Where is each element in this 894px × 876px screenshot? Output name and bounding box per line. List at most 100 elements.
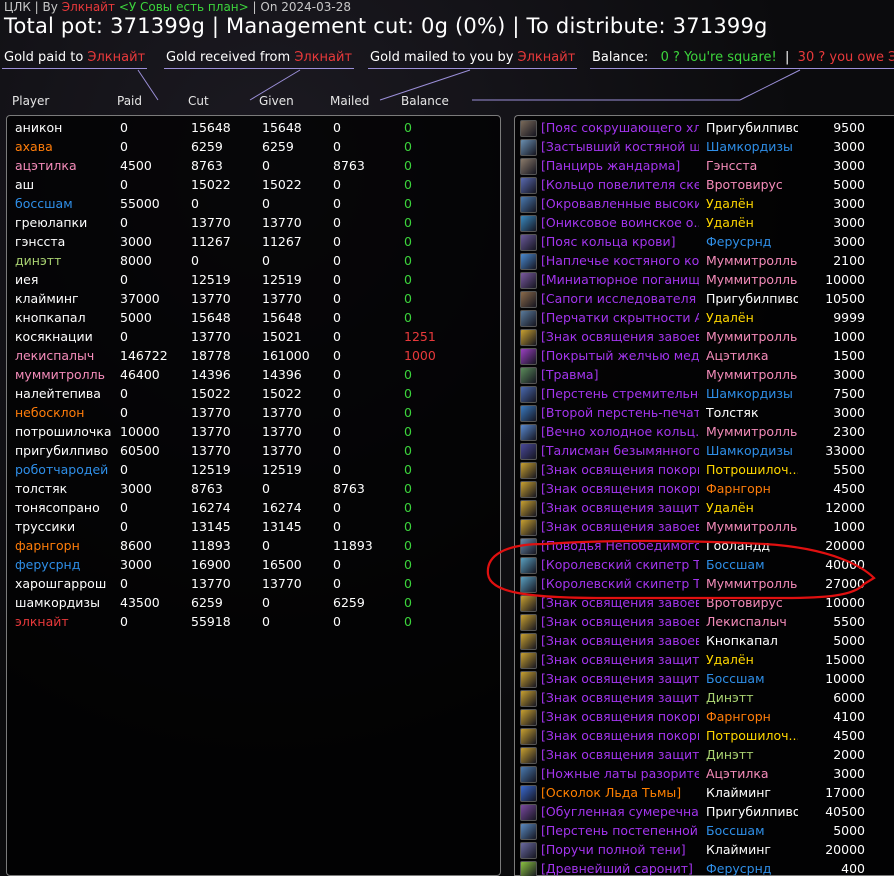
loot-row[interactable]: [Пояс кольца крови] Ферусрнд 3000 <box>515 233 894 252</box>
trinket-icon[interactable] <box>520 443 537 460</box>
loot-row[interactable]: [Древнейший саронит] Ферусрнд 400 <box>515 860 894 876</box>
item-link[interactable]: [Знак освящения завоева... <box>541 519 699 534</box>
player-row[interactable]: ацэтилка 4500 8763 0 8763 0 <box>7 157 502 176</box>
item-link[interactable]: [Знак освящения защитн... <box>541 690 699 705</box>
player-row[interactable]: элкнайт 0 55918 0 0 0 <box>7 613 502 632</box>
player-row[interactable]: греюлапки 0 13770 13770 0 0 <box>7 214 502 233</box>
loot-row[interactable]: [Знак освящения завоева... Кнопкапал 5000 <box>515 632 894 651</box>
item-link[interactable]: [Ножные латы разорите... <box>541 766 699 781</box>
loot-row[interactable]: [Знак освящения защитн... Удалён 15000 <box>515 651 894 670</box>
player-row[interactable]: харошгаррош 0 13770 13770 0 0 <box>7 575 502 594</box>
player-row[interactable]: потрошилочка 10000 13770 13770 0 0 <box>7 423 502 442</box>
belt-icon[interactable] <box>520 120 537 137</box>
ring-icon[interactable] <box>520 405 537 422</box>
item-link[interactable]: [Перчатки скрытности А... <box>541 310 699 325</box>
player-row[interactable]: гэнсста 3000 11267 11267 0 0 <box>7 233 502 252</box>
loot-row[interactable]: [Миниатюрное поганище... Муммитролль 10000 <box>515 271 894 290</box>
boots-icon[interactable] <box>520 196 537 213</box>
loot-row[interactable]: [Знак освящения покори... Потрошилоч... 45… <box>515 727 894 746</box>
loot-row[interactable]: [Знак освящения завоева... Вротовирус 1000… <box>515 594 894 613</box>
player-row[interactable]: налейтепива 0 15022 15022 0 0 <box>7 385 502 404</box>
loot-row[interactable]: [Вечно холодное кольц... Муммитролль 2300 <box>515 423 894 442</box>
loot-row[interactable]: [Перстень постепенной... Боссшам 5000 <box>515 822 894 841</box>
token-icon[interactable] <box>520 500 537 517</box>
loot-row[interactable]: [Окровавленные высоки... Удалён 3000 <box>515 195 894 214</box>
item-link[interactable]: [Панцирь жандарма] <box>541 158 699 173</box>
player-row[interactable]: роботчародей 0 12519 12519 0 0 <box>7 461 502 480</box>
token-icon[interactable] <box>520 633 537 650</box>
item-link[interactable]: [Наплечье костяного ко... <box>541 253 699 268</box>
scale-icon[interactable] <box>520 804 537 821</box>
shard-icon[interactable] <box>520 785 537 802</box>
loot-row[interactable]: [Поводья Непобедимого] Гооландд 20000 <box>515 537 894 556</box>
item-link[interactable]: [Второй перстень-печат... <box>541 405 699 420</box>
player-row[interactable]: кнопкапал 5000 15648 15648 0 0 <box>7 309 502 328</box>
player-table[interactable]: аникон 0 15648 15648 0 0 ахава 0 6259 6259 0 0 ацэти… <box>6 115 501 876</box>
item-link[interactable]: [Травма] <box>541 367 699 382</box>
ring-icon[interactable] <box>520 823 537 840</box>
player-row[interactable]: труссики 0 13145 13145 0 0 <box>7 518 502 537</box>
item-link[interactable]: [Сапоги исследователя ч... <box>541 291 699 306</box>
loot-row[interactable]: [Второй перстень-печат... Толстяк 3000 <box>515 404 894 423</box>
ring-icon[interactable] <box>520 424 537 441</box>
token-icon[interactable] <box>520 671 537 688</box>
item-link[interactable]: [Осколок Льда Тьмы] <box>541 785 699 800</box>
loot-row[interactable]: [Перчатки скрытности А... Удалён 9999 <box>515 309 894 328</box>
item-link[interactable]: [Знак освящения защитн... <box>541 652 699 667</box>
item-link[interactable]: [Ониксовое воинское о... <box>541 215 699 230</box>
boots-icon[interactable] <box>520 291 537 308</box>
ore-icon[interactable] <box>520 861 537 876</box>
loot-list[interactable]: [Пояс сокрушающего хл... Пригубилпиво 9500… <box>514 115 894 876</box>
token-icon[interactable] <box>520 728 537 745</box>
item-link[interactable]: [Знак освящения завоева... <box>541 633 699 648</box>
item-link[interactable]: [Знак освящения завоева... <box>541 614 699 629</box>
player-row[interactable]: пригубилпиво 60500 13770 13770 0 0 <box>7 442 502 461</box>
loot-row[interactable]: [Пояс сокрушающего хл... Пригубилпиво 9500 <box>515 119 894 138</box>
item-link[interactable]: [Знак освящения завоева... <box>541 595 699 610</box>
player-row[interactable]: косякнации 0 13770 15021 0 1251 <box>7 328 502 347</box>
token-icon[interactable] <box>520 747 537 764</box>
token-icon[interactable] <box>520 595 537 612</box>
token-icon[interactable] <box>520 519 537 536</box>
player-row[interactable]: иея 0 12519 12519 0 0 <box>7 271 502 290</box>
item-link[interactable]: [Королевский скипетр Т... <box>541 557 699 572</box>
item-link[interactable]: [Знак освящения защитн... <box>541 671 699 686</box>
player-row[interactable]: динэтт 8000 0 0 0 0 <box>7 252 502 271</box>
loot-row[interactable]: [Застывший костяной шип] Шамкордизы 3000 <box>515 138 894 157</box>
scepter-icon[interactable] <box>520 576 537 593</box>
token-icon[interactable] <box>520 329 537 346</box>
player-row[interactable]: лекиспалыч 146722 18778 161000 0 1000 <box>7 347 502 366</box>
token-icon[interactable] <box>520 652 537 669</box>
player-row[interactable]: небосклон 0 13770 13770 0 0 <box>7 404 502 423</box>
player-row[interactable]: аш 0 15022 15022 0 0 <box>7 176 502 195</box>
loot-row[interactable]: [Панцирь жандарма] Гэнсста 3000 <box>515 157 894 176</box>
item-link[interactable]: [Пояс кольца крови] <box>541 234 699 249</box>
token-icon[interactable] <box>520 709 537 726</box>
loot-row[interactable]: [Знак освящения завоева... Муммитролль 100… <box>515 328 894 347</box>
item-link[interactable]: [Королевский скипетр Т... <box>541 576 699 591</box>
player-row[interactable]: фарнгорн 8600 11893 0 11893 0 <box>7 537 502 556</box>
loot-row[interactable]: [Кольцо повелителя ске... Вротовирус 5000 <box>515 176 894 195</box>
item-link[interactable]: [Кольцо повелителя ске... <box>541 177 699 192</box>
item-link[interactable]: [Окровавленные высоки... <box>541 196 699 211</box>
item-link[interactable]: [Знак освящения покори... <box>541 481 699 496</box>
trinket-icon[interactable] <box>520 272 537 289</box>
loot-row[interactable]: [Знак освящения защитн... Удалён 12000 <box>515 499 894 518</box>
player-row[interactable]: аникон 0 15648 15648 0 0 <box>7 119 502 138</box>
loot-row[interactable]: [Королевский скипетр Т... Боссшам 40000 <box>515 556 894 575</box>
token-icon[interactable] <box>520 690 537 707</box>
loot-row[interactable]: [Знак освящения завоева... Муммитролль 100… <box>515 518 894 537</box>
player-row[interactable]: тонясопрано 0 16274 16274 0 0 <box>7 499 502 518</box>
pendant-icon[interactable] <box>520 348 537 365</box>
item-link[interactable]: [Покрытый желчью меда... <box>541 348 699 363</box>
loot-row[interactable]: [Талисман безымянного... Шамкордизы 33000 <box>515 442 894 461</box>
bracers-icon[interactable] <box>520 842 537 859</box>
item-link[interactable]: [Поручи полной тени] <box>541 842 699 857</box>
item-link[interactable]: [Талисман безымянного... <box>541 443 699 458</box>
item-link[interactable]: [Древнейший саронит] <box>541 861 699 876</box>
player-row[interactable]: ферусрнд 3000 16900 16500 0 0 <box>7 556 502 575</box>
item-link[interactable]: [Перстень стремительно... <box>541 386 699 401</box>
loot-row[interactable]: [Знак освящения защитн... Боссшам 10000 <box>515 670 894 689</box>
item-link[interactable]: [Знак освящения завоева... <box>541 329 699 344</box>
loot-row[interactable]: [Королевский скипетр Т... Муммитролль 2700… <box>515 575 894 594</box>
